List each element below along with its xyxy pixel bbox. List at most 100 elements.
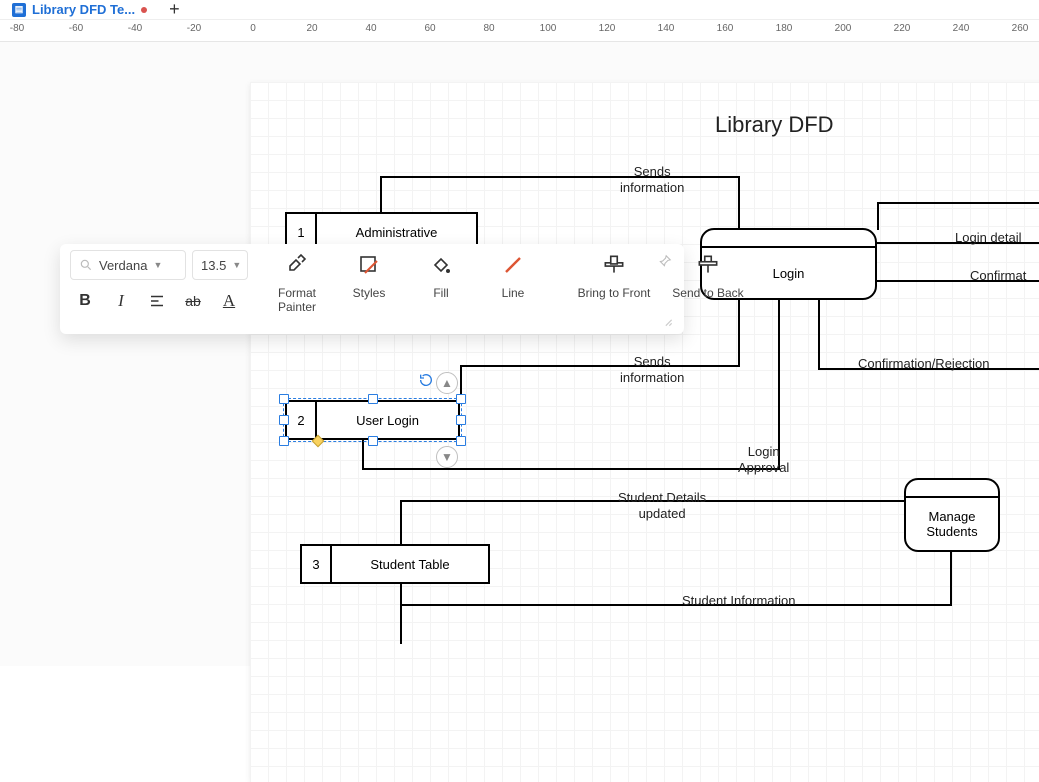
edge [400,500,402,544]
node-userlogin-label: User Login [317,402,458,438]
edge [380,176,740,178]
text-format-group: Verdana ▼ 13.5 ▼ B I ab A [70,250,262,328]
line-button[interactable]: Line [478,252,548,300]
node-studenttable-num: 3 [302,546,332,582]
send-to-back-icon [695,252,721,278]
ruler-tick: -20 [187,23,201,34]
ruler-tick: -60 [69,23,83,34]
edge-label-sends2: Sends information [620,354,684,385]
edge [400,584,402,644]
edge [950,552,952,606]
ruler-tick: 60 [424,23,435,34]
node-userlogin-num: 2 [287,402,317,438]
diagram-title: Library DFD [715,112,834,138]
unsaved-indicator-icon [141,7,147,13]
floating-toolbar: Verdana ▼ 13.5 ▼ B I ab A Format Painter [60,244,684,334]
edge-label-confirmat: Confirmat [970,268,1026,284]
ruler-tick: 180 [776,23,793,34]
strikethrough-button[interactable]: ab [178,286,208,316]
send-to-back-button[interactable]: Send to Back [662,252,754,300]
font-size: 13.5 [201,258,226,273]
fill-icon [428,252,454,278]
rotate-handle[interactable] [418,372,434,388]
ruler-tick: 260 [1012,23,1029,34]
styles-button[interactable]: Styles [334,252,404,300]
edge-label-sends1: Sends information [620,164,684,195]
edge [877,202,1039,204]
bring-to-front-button[interactable]: Bring to Front [568,252,660,300]
node-manage-students-label: Manage Students [906,498,998,550]
align-icon [148,292,166,310]
tab-title: Library DFD Te... [32,2,135,17]
edge-label-student-updated: Student Details updated [618,490,706,521]
line-icon [500,252,526,278]
edge [460,365,462,401]
styles-icon [356,252,382,278]
node-student-table[interactable]: 3 Student Table [300,544,490,584]
bring-to-front-icon [601,252,627,278]
horizontal-ruler: -80 -60 -40 -20 0 20 40 60 80 100 120 140 160 180 200 2… [0,20,1039,42]
tool-label: Fill [433,286,448,300]
fill-button[interactable]: Fill [406,252,476,300]
connector-handle-down-icon[interactable]: ▼ [436,446,458,468]
node-studenttable-label: Student Table [332,546,488,582]
edge-label-login-approval: Login Approval [738,444,789,475]
edge [380,176,382,212]
add-tab-button[interactable]: + [169,0,180,20]
search-icon [79,258,93,272]
edge [818,300,820,370]
text-color-button[interactable]: A [214,286,244,316]
tool-label: Send to Back [672,286,743,300]
pin-toolbar-button[interactable] [656,252,674,270]
node-user-login[interactable]: 2 User Login [285,400,460,440]
tab-bar: ▤ Library DFD Te... + [0,0,1039,20]
chevron-down-icon: ▼ [153,260,162,270]
edge [738,176,740,228]
node-manage-students[interactable]: Manage Students [904,478,1000,552]
ruler-tick: -40 [128,23,142,34]
format-painter-icon [284,252,310,278]
bold-button[interactable]: B [70,286,100,316]
ruler-tick: 0 [250,23,256,34]
edge [877,202,879,230]
document-tab[interactable]: ▤ Library DFD Te... [4,0,155,19]
font-name: Verdana [99,258,147,273]
tool-label: Bring to Front [578,286,651,300]
edge-label-login-detail: Login detail [955,230,1022,246]
edge [362,468,780,470]
tool-label: Styles [353,286,386,300]
edge [778,300,780,468]
font-family-select[interactable]: Verdana ▼ [70,250,186,280]
ruler-tick: -80 [10,23,24,34]
tool-label: Line [502,286,525,300]
ruler-tick: 120 [599,23,616,34]
chevron-down-icon: ▼ [232,260,241,270]
edge [362,440,364,470]
ruler-tick: 200 [835,23,852,34]
edge-label-student-info: Student Information [682,593,795,609]
shape-tools-group: Format Painter Styles Fill Line Bring t [262,250,754,328]
ruler-tick: 160 [717,23,734,34]
edge [400,604,952,606]
edge-label-conf-rej: Confirmation/Rejection [858,356,990,372]
ruler-tick: 80 [483,23,494,34]
ruler-tick: 20 [306,23,317,34]
edge [460,365,740,367]
ruler-tick: 240 [953,23,970,34]
canvas[interactable]: Library DFD Login Manage Students 1 Admi… [0,42,1039,666]
page: Library DFD Login Manage Students 1 Admi… [250,82,1039,782]
node-login-header [702,230,875,248]
connector-handle-up-icon[interactable]: ▲ [436,372,458,394]
ruler-tick: 100 [540,23,557,34]
align-button[interactable] [142,286,172,316]
ruler-tick: 220 [894,23,911,34]
ruler-tick: 140 [658,23,675,34]
pin-icon [658,254,672,268]
file-icon: ▤ [12,3,26,17]
tool-label: Format Painter [278,286,316,315]
italic-button[interactable]: I [106,286,136,316]
ruler-tick: 40 [365,23,376,34]
node-manage-students-header [906,480,998,498]
format-painter-button[interactable]: Format Painter [262,252,332,315]
font-size-select[interactable]: 13.5 ▼ [192,250,248,280]
